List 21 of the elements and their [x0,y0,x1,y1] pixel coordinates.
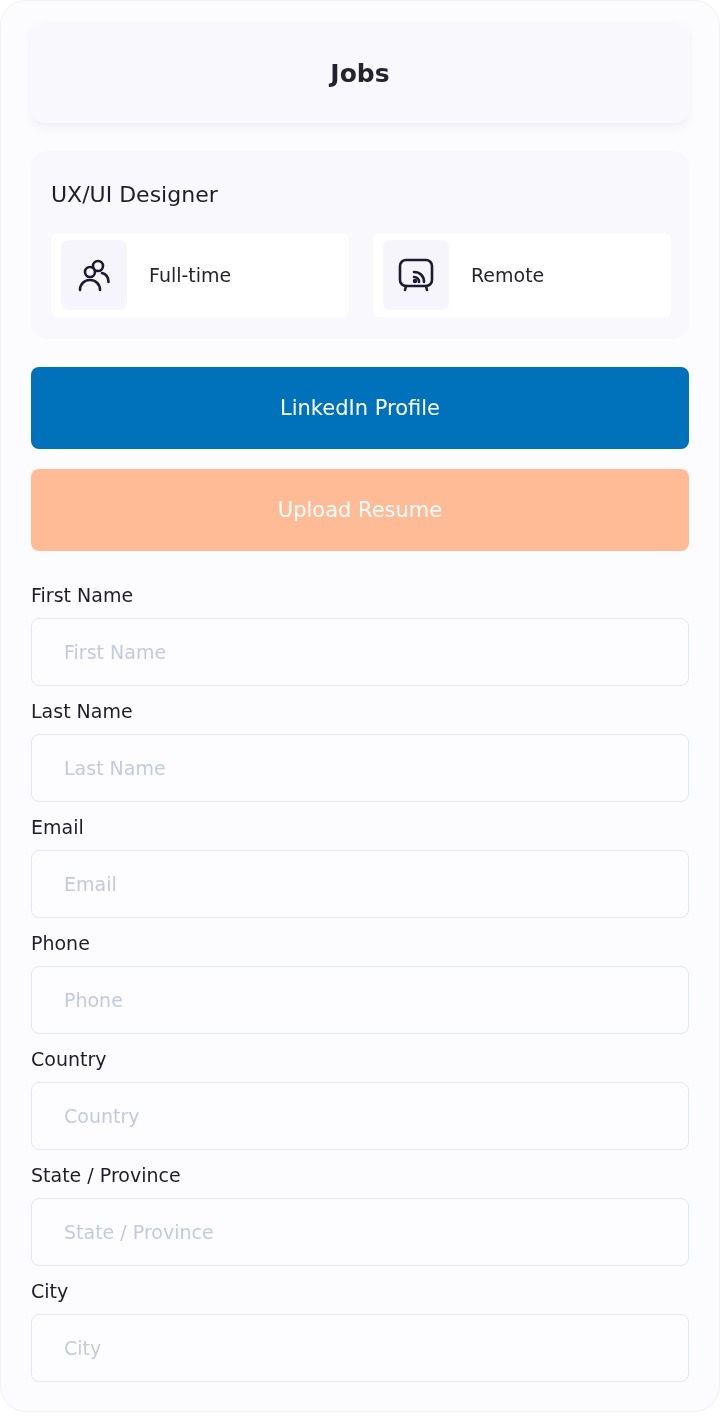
tag-label: Remote [471,264,545,286]
field-label: Country [31,1047,107,1072]
field-label: State / Province [31,1163,181,1188]
input-field[interactable]: First Name [31,618,689,686]
field-label: Phone [31,931,90,956]
linkedin-profile-button[interactable]: LinkedIn Profile [31,367,689,449]
tv-signal-icon [383,240,449,310]
field-label: City [31,1279,69,1304]
field-label: Email [31,815,84,840]
people-icon [61,240,127,310]
field-label: First Name [31,583,134,608]
page-title: Jobs [330,58,390,88]
input-field[interactable]: Country [31,1082,689,1150]
input-field[interactable]: City [31,1314,689,1382]
input-field[interactable]: Email [31,850,689,918]
field-label: Last Name [31,699,133,724]
input-field[interactable]: State / Province [31,1198,689,1266]
tag-label: Full-time [149,264,232,286]
job-title: UX/UI Designer [51,181,218,209]
input-field[interactable]: Last Name [31,734,689,802]
input-field[interactable]: Phone [31,966,689,1034]
